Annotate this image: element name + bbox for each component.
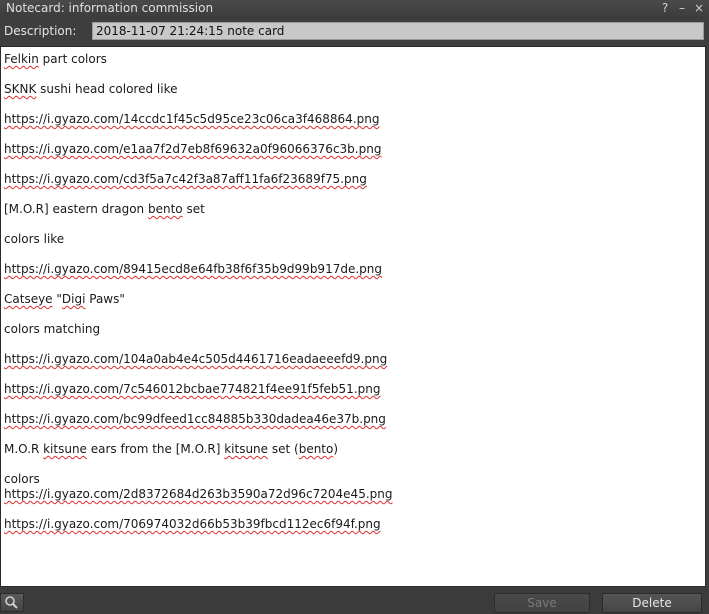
notecard-text-editor[interactable]: Felkin part colors SKNK sushi head color… — [0, 46, 706, 587]
magnifier-icon — [5, 596, 18, 609]
note-line[interactable]: https://i.gyazo.com/14ccdc1f45c5d95ce23c… — [4, 112, 379, 126]
note-line[interactable]: https://i.gyazo.com/89415ecd8e64fb38f6f3… — [4, 262, 382, 276]
note-line: M.O.R kitsune ears from the [M.O.R] kits… — [4, 442, 339, 456]
note-line[interactable]: https://i.gyazo.com/7c546012bcbae774821f… — [4, 382, 380, 396]
window-title: Notecard: information commission — [6, 1, 214, 15]
note-line[interactable]: https://i.gyazo.com/cd3f5a7c42f3a87aff11… — [4, 172, 367, 186]
note-line: [M.O.R] eastern dragon bento set — [4, 202, 205, 216]
note-line: colors like — [4, 232, 65, 246]
description-row: Description: 2018-11-07 21:24:15 note ca… — [0, 18, 709, 46]
description-label: Description: — [4, 24, 77, 38]
note-line[interactable]: https://i.gyazo.com/706974032d66b53b39fb… — [4, 517, 381, 531]
bottom-bar: Save Delete — [0, 588, 709, 613]
search-button[interactable] — [0, 593, 24, 612]
description-field[interactable]: 2018-11-07 21:24:15 note card — [92, 22, 704, 40]
title-bar[interactable]: Notecard: information commission ? – × — [0, 0, 709, 18]
minimize-icon[interactable]: – — [675, 0, 689, 16]
close-icon[interactable]: × — [692, 0, 706, 16]
note-line: colors — [4, 472, 40, 486]
note-line[interactable]: https://i.gyazo.com/bc99dfeed1cc84885b33… — [4, 412, 386, 426]
note-line[interactable]: https://i.gyazo.com/2d8372684d263b3590a7… — [4, 487, 392, 501]
notecard-window: Notecard: information commission ? – × D… — [0, 0, 709, 613]
note-line[interactable]: https://i.gyazo.com/104a0ab4e4c505d44617… — [4, 352, 387, 366]
save-button[interactable]: Save — [494, 593, 590, 613]
delete-button[interactable]: Delete — [602, 593, 702, 613]
note-line[interactable]: https://i.gyazo.com/e1aa7f2d7eb8f69632a0… — [4, 142, 381, 156]
note-line: Catseye "Digi Paws" — [4, 292, 125, 306]
note-line: Felkin part colors — [4, 52, 107, 66]
note-line: SKNK sushi head colored like — [4, 82, 178, 96]
note-line: colors matching — [4, 322, 101, 336]
help-icon[interactable]: ? — [658, 0, 672, 16]
